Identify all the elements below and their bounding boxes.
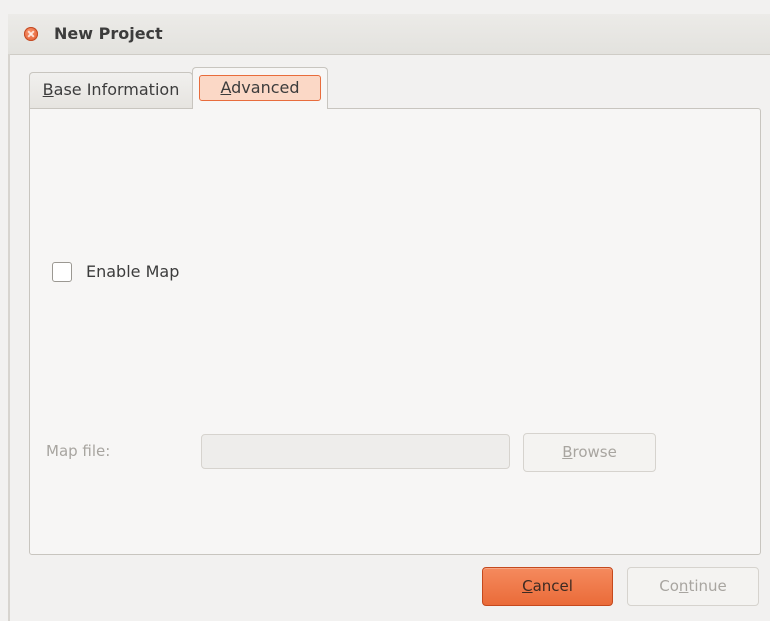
new-project-dialog: New Project Base Information Advanced En… (0, 0, 770, 621)
tab-mnemonic: A (220, 78, 232, 97)
enable-map-checkbox[interactable] (52, 262, 72, 282)
tab-label: ase Information (53, 80, 180, 99)
tab-label: dvanced (231, 78, 300, 97)
window-border (8, 54, 10, 621)
tab-mnemonic: B (42, 80, 54, 99)
button-mnemonic: C (522, 577, 533, 595)
button-label: rowse (572, 443, 617, 461)
button-mnemonic: B (562, 443, 573, 461)
tab-panel-advanced (29, 108, 761, 555)
title-bar: New Project (8, 14, 770, 55)
browse-button[interactable]: Browse (523, 433, 656, 472)
button-label-prefix: Co (659, 577, 679, 595)
tab-focus-highlight: Advanced (199, 75, 321, 101)
button-label: tinue (688, 577, 727, 595)
enable-map-label[interactable]: Enable Map (86, 262, 179, 281)
close-icon[interactable] (24, 27, 38, 41)
tab-base-information[interactable]: Base Information (29, 72, 193, 108)
map-file-input[interactable] (201, 434, 510, 469)
button-mnemonic: n (678, 577, 689, 595)
continue-button[interactable]: Continue (627, 567, 759, 606)
button-label: ancel (532, 577, 573, 595)
map-file-label: Map file: (46, 442, 111, 460)
window-title: New Project (54, 24, 163, 43)
tab-advanced[interactable]: Advanced (192, 67, 328, 109)
cancel-button[interactable]: Cancel (482, 567, 613, 606)
